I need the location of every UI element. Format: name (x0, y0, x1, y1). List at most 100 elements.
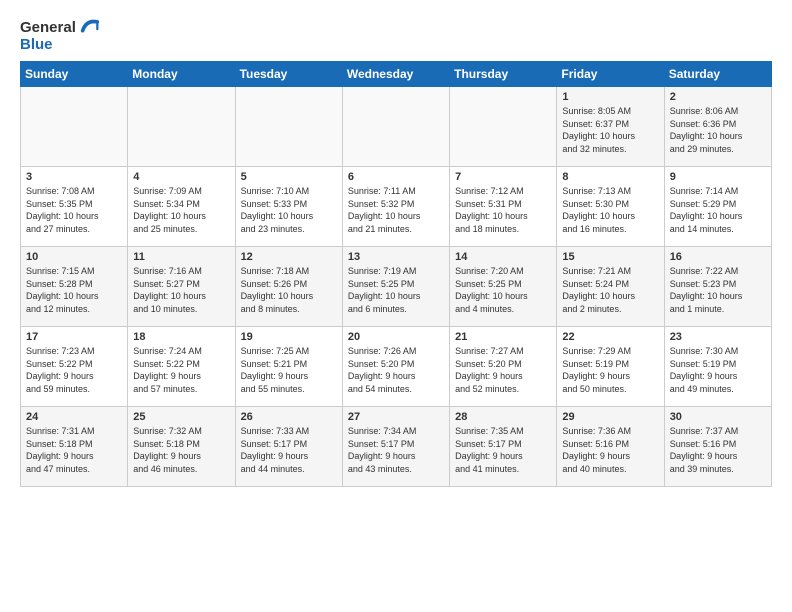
day-info: Sunrise: 7:31 AM Sunset: 5:18 PM Dayligh… (26, 425, 122, 475)
day-info: Sunrise: 7:09 AM Sunset: 5:34 PM Dayligh… (133, 185, 229, 235)
calendar-cell: 16 Sunrise: 7:22 AM Sunset: 5:23 PM Dayli… (664, 247, 771, 327)
day-info: Sunrise: 7:35 AM Sunset: 5:17 PM Dayligh… (455, 425, 551, 475)
day-number: 2 (670, 91, 766, 103)
day-info: Sunrise: 8:06 AM Sunset: 6:36 PM Dayligh… (670, 105, 766, 155)
day-number: 7 (455, 171, 551, 183)
day-info: Sunrise: 7:29 AM Sunset: 5:19 PM Dayligh… (562, 345, 658, 395)
day-info: Sunrise: 7:19 AM Sunset: 5:25 PM Dayligh… (348, 265, 444, 315)
day-number: 24 (26, 411, 122, 423)
calendar-cell: 11Sunrise: 7:16 AM Sunset: 5:27 PM Dayli… (128, 247, 235, 327)
day-info: Sunrise: 7:23 AM Sunset: 5:22 PM Dayligh… (26, 345, 122, 395)
day-number: 9 (670, 171, 766, 183)
day-info: Sunrise: 7:37 AM Sunset: 5:16 PM Dayligh… (670, 425, 766, 475)
day-number: 28 (455, 411, 551, 423)
calendar-cell: 22Sunrise: 7:29 AM Sunset: 5:19 PM Dayli… (557, 327, 664, 407)
calendar-cell: 15 Sunrise: 7:21 AM Sunset: 5:24 PM Dayli… (557, 247, 664, 327)
day-number: 17 (26, 331, 122, 343)
calendar-week-row: 17 Sunrise: 7:23 AM Sunset: 5:22 PM Dayli… (21, 327, 772, 407)
day-number: 18 (133, 331, 229, 343)
calendar-cell: 5 Sunrise: 7:10 AM Sunset: 5:33 PM Daylig… (235, 167, 342, 247)
day-number: 23 (670, 331, 766, 343)
day-info: Sunrise: 7:15 AM Sunset: 5:28 PM Dayligh… (26, 265, 122, 315)
calendar-cell: 6 Sunrise: 7:11 AM Sunset: 5:32 PM Daylig… (342, 167, 449, 247)
calendar-cell: 8 Sunrise: 7:13 AM Sunset: 5:30 PM Daylig… (557, 167, 664, 247)
col-header-wednesday: Wednesday (342, 62, 449, 87)
day-number: 29 (562, 411, 658, 423)
calendar-cell: 1Sunrise: 8:05 AM Sunset: 6:37 PM Daylig… (557, 87, 664, 167)
day-number: 20 (348, 331, 444, 343)
calendar-cell: 26Sunrise: 7:33 AM Sunset: 5:17 PM Dayli… (235, 407, 342, 487)
calendar-cell (450, 87, 557, 167)
calendar-cell: 17 Sunrise: 7:23 AM Sunset: 5:22 PM Dayli… (21, 327, 128, 407)
day-number: 16 (670, 251, 766, 263)
calendar-week-row: 24 Sunrise: 7:31 AM Sunset: 5:18 PM Dayli… (21, 407, 772, 487)
calendar-cell: 25 Sunrise: 7:32 AM Sunset: 5:18 PM Dayli… (128, 407, 235, 487)
col-header-friday: Friday (557, 62, 664, 87)
day-number: 3 (26, 171, 122, 183)
day-info: Sunrise: 7:21 AM Sunset: 5:24 PM Dayligh… (562, 265, 658, 315)
day-number: 5 (241, 171, 337, 183)
calendar-week-row: 3 Sunrise: 7:08 AM Sunset: 5:35 PM Daylig… (21, 167, 772, 247)
day-number: 15 (562, 251, 658, 263)
logo-blue-text: Blue (20, 36, 101, 53)
col-header-sunday: Sunday (21, 62, 128, 87)
calendar-cell (128, 87, 235, 167)
day-info: Sunrise: 7:25 AM Sunset: 5:21 PM Dayligh… (241, 345, 337, 395)
calendar-cell: 18 Sunrise: 7:24 AM Sunset: 5:22 PM Dayli… (128, 327, 235, 407)
logo-icon (79, 16, 101, 38)
day-number: 25 (133, 411, 229, 423)
day-number: 8 (562, 171, 658, 183)
day-number: 6 (348, 171, 444, 183)
calendar-cell (342, 87, 449, 167)
calendar-cell: 2 Sunrise: 8:06 AM Sunset: 6:36 PM Daylig… (664, 87, 771, 167)
day-info: Sunrise: 7:12 AM Sunset: 5:31 PM Dayligh… (455, 185, 551, 235)
day-info: Sunrise: 7:27 AM Sunset: 5:20 PM Dayligh… (455, 345, 551, 395)
calendar-cell: 4Sunrise: 7:09 AM Sunset: 5:34 PM Daylig… (128, 167, 235, 247)
calendar-cell: 9 Sunrise: 7:14 AM Sunset: 5:29 PM Daylig… (664, 167, 771, 247)
day-info: Sunrise: 7:36 AM Sunset: 5:16 PM Dayligh… (562, 425, 658, 475)
day-info: Sunrise: 8:05 AM Sunset: 6:37 PM Dayligh… (562, 105, 658, 155)
calendar-cell: 13 Sunrise: 7:19 AM Sunset: 5:25 PM Dayli… (342, 247, 449, 327)
calendar-cell: 10 Sunrise: 7:15 AM Sunset: 5:28 PM Dayli… (21, 247, 128, 327)
calendar-cell: 29 Sunrise: 7:36 AM Sunset: 5:16 PM Dayli… (557, 407, 664, 487)
day-info: Sunrise: 7:13 AM Sunset: 5:30 PM Dayligh… (562, 185, 658, 235)
calendar-cell: 24 Sunrise: 7:31 AM Sunset: 5:18 PM Dayli… (21, 407, 128, 487)
calendar-cell: 20 Sunrise: 7:26 AM Sunset: 5:20 PM Dayli… (342, 327, 449, 407)
day-number: 27 (348, 411, 444, 423)
calendar-cell: 3 Sunrise: 7:08 AM Sunset: 5:35 PM Daylig… (21, 167, 128, 247)
page-header: General Blue (20, 16, 772, 53)
day-info: Sunrise: 7:24 AM Sunset: 5:22 PM Dayligh… (133, 345, 229, 395)
calendar-week-row: 1Sunrise: 8:05 AM Sunset: 6:37 PM Daylig… (21, 87, 772, 167)
day-info: Sunrise: 7:10 AM Sunset: 5:33 PM Dayligh… (241, 185, 337, 235)
calendar-cell: 19 Sunrise: 7:25 AM Sunset: 5:21 PM Dayli… (235, 327, 342, 407)
day-info: Sunrise: 7:18 AM Sunset: 5:26 PM Dayligh… (241, 265, 337, 315)
col-header-tuesday: Tuesday (235, 62, 342, 87)
day-info: Sunrise: 7:20 AM Sunset: 5:25 PM Dayligh… (455, 265, 551, 315)
day-info: Sunrise: 7:34 AM Sunset: 5:17 PM Dayligh… (348, 425, 444, 475)
day-number: 12 (241, 251, 337, 263)
calendar-cell: 23 Sunrise: 7:30 AM Sunset: 5:19 PM Dayli… (664, 327, 771, 407)
day-info: Sunrise: 7:11 AM Sunset: 5:32 PM Dayligh… (348, 185, 444, 235)
logo: General Blue (20, 16, 101, 53)
day-number: 13 (348, 251, 444, 263)
day-number: 11 (133, 251, 229, 263)
calendar-header-row: SundayMondayTuesdayWednesdayThursdayFrid… (21, 62, 772, 87)
day-info: Sunrise: 7:22 AM Sunset: 5:23 PM Dayligh… (670, 265, 766, 315)
calendar-cell (21, 87, 128, 167)
day-number: 30 (670, 411, 766, 423)
day-info: Sunrise: 7:26 AM Sunset: 5:20 PM Dayligh… (348, 345, 444, 395)
day-number: 10 (26, 251, 122, 263)
calendar-cell: 27 Sunrise: 7:34 AM Sunset: 5:17 PM Dayli… (342, 407, 449, 487)
day-info: Sunrise: 7:32 AM Sunset: 5:18 PM Dayligh… (133, 425, 229, 475)
calendar-cell: 12 Sunrise: 7:18 AM Sunset: 5:26 PM Dayli… (235, 247, 342, 327)
day-number: 19 (241, 331, 337, 343)
day-info: Sunrise: 7:08 AM Sunset: 5:35 PM Dayligh… (26, 185, 122, 235)
calendar-week-row: 10 Sunrise: 7:15 AM Sunset: 5:28 PM Dayli… (21, 247, 772, 327)
calendar-cell: 14 Sunrise: 7:20 AM Sunset: 5:25 PM Dayli… (450, 247, 557, 327)
calendar-cell (235, 87, 342, 167)
col-header-monday: Monday (128, 62, 235, 87)
col-header-thursday: Thursday (450, 62, 557, 87)
day-info: Sunrise: 7:30 AM Sunset: 5:19 PM Dayligh… (670, 345, 766, 395)
day-info: Sunrise: 7:14 AM Sunset: 5:29 PM Dayligh… (670, 185, 766, 235)
day-number: 14 (455, 251, 551, 263)
